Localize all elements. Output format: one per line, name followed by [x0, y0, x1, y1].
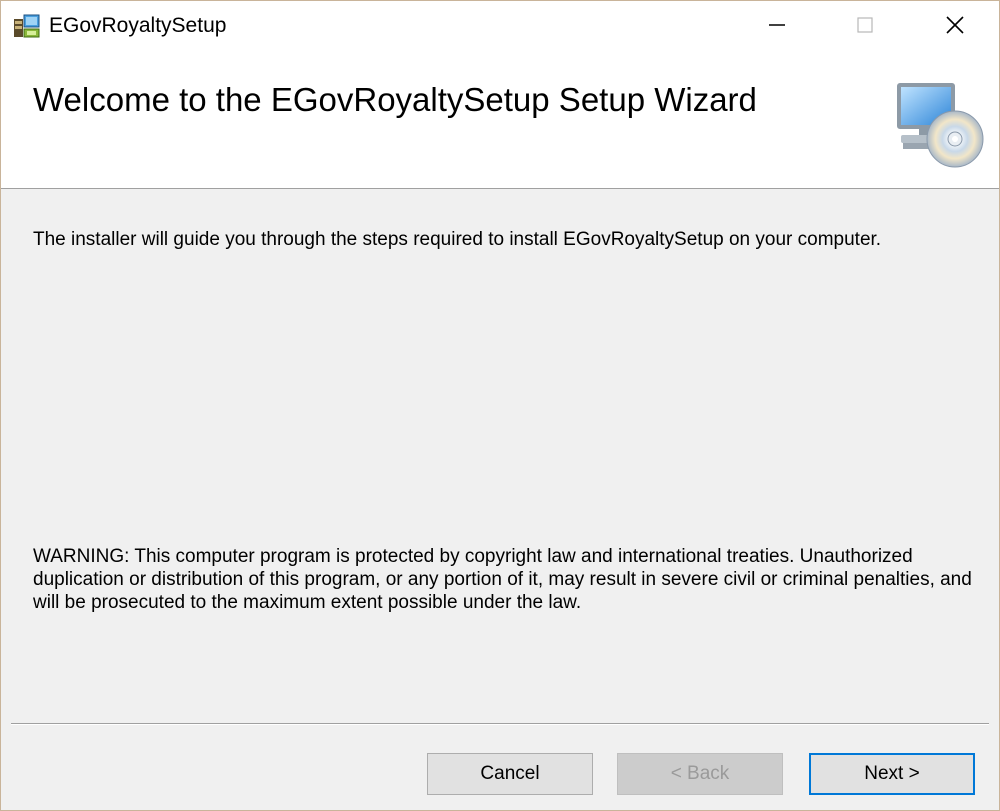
setup-wizard-window: EGovRoyaltySetup Welcome to the EGovRoya…	[0, 0, 1000, 811]
next-button[interactable]: Next >	[809, 753, 975, 795]
maximize-icon	[855, 15, 875, 40]
cancel-button[interactable]: Cancel	[427, 753, 593, 795]
wizard-header: Welcome to the EGovRoyaltySetup Setup Wi…	[1, 53, 999, 189]
maximize-button[interactable]	[837, 1, 893, 53]
page-title: Welcome to the EGovRoyaltySetup Setup Wi…	[33, 81, 757, 118]
minimize-button[interactable]	[749, 1, 805, 53]
back-button[interactable]: < Back	[617, 753, 783, 795]
installer-icon	[13, 13, 41, 39]
title-bar[interactable]: EGovRoyaltySetup	[1, 1, 999, 53]
button-separator	[11, 723, 989, 725]
close-icon	[944, 14, 966, 41]
intro-text: The installer will guide you through the…	[33, 229, 882, 250]
computer-cd-icon	[889, 77, 989, 173]
window-title: EGovRoyaltySetup	[49, 14, 227, 37]
minimize-icon	[767, 15, 787, 40]
copyright-warning: WARNING: This computer program is protec…	[33, 546, 972, 613]
close-button[interactable]	[927, 1, 983, 53]
